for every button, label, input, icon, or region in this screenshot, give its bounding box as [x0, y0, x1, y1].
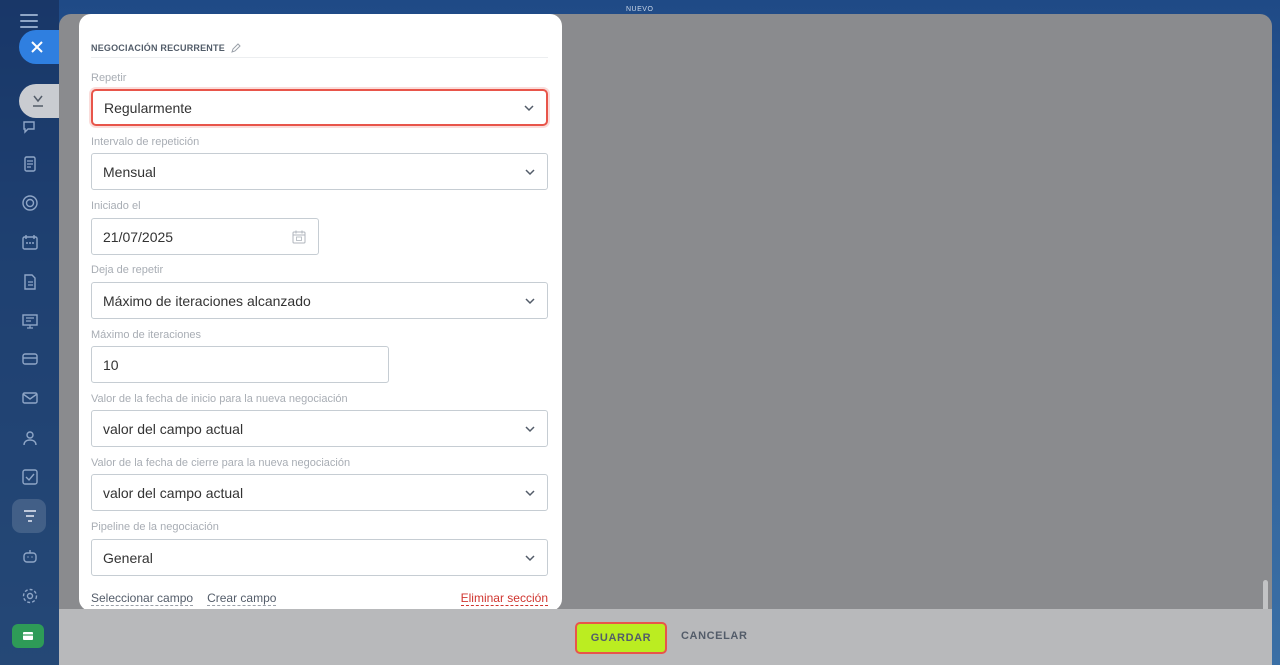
checkbox-icon[interactable] [19, 466, 41, 488]
settings-icon[interactable] [19, 585, 41, 607]
recurring-deal-panel: NEGOCIACIÓN RECURRENTE Repetir Regularme… [79, 14, 562, 611]
pipeline-select[interactable]: General [91, 539, 548, 576]
cancel-button[interactable]: CANCELAR [681, 630, 748, 642]
start-date-select[interactable]: valor del campo actual [91, 410, 548, 447]
max-iter-value: 10 [103, 356, 119, 373]
interval-select[interactable]: Mensual [91, 153, 548, 190]
stop-label: Deja de repetir [91, 264, 164, 276]
started-value: 21/07/2025 [103, 228, 174, 245]
top-label: NUEVO [626, 6, 654, 13]
store-icon[interactable] [12, 624, 44, 648]
started-date-input[interactable]: 21/07/2025 [91, 218, 319, 255]
delete-section-link[interactable]: Eliminar sección [460, 591, 548, 606]
repeat-select[interactable]: Regularmente [91, 89, 548, 126]
chevron-down-icon [524, 104, 534, 111]
max-iter-label: Máximo de iteraciones [91, 329, 202, 341]
started-label: Iniciado el [91, 200, 141, 212]
repeat-value: Regularmente [104, 99, 192, 116]
interval-value: Mensual [103, 163, 156, 180]
max-iterations-input[interactable]: 10 [91, 346, 389, 383]
tasks-icon[interactable] [19, 153, 41, 175]
calendar-icon[interactable] [19, 231, 41, 253]
card-icon[interactable] [19, 348, 41, 370]
contacts-icon[interactable] [19, 427, 41, 449]
start-date-value: valor del campo actual [103, 420, 244, 437]
chevron-down-icon [525, 297, 535, 304]
left-sidebar [0, 0, 59, 665]
collapse-slider-button[interactable] [19, 84, 59, 118]
board-icon[interactable] [19, 310, 41, 332]
chevron-down-icon [525, 425, 535, 432]
panel-title-wrap: NEGOCIACIÓN RECURRENTE [91, 43, 241, 53]
collapse-icon [33, 95, 43, 107]
close-date-select[interactable]: valor del campo actual [91, 474, 548, 511]
close-icon [31, 41, 43, 53]
chat-icon[interactable] [19, 116, 41, 138]
create-field-link[interactable]: Crear campo [207, 591, 277, 606]
interval-label: Intervalo de repetición [91, 136, 200, 148]
menu-icon[interactable] [20, 14, 38, 28]
close-date-label: Valor de la fecha de cierre para la nuev… [91, 457, 351, 469]
target-icon[interactable] [19, 192, 41, 214]
document-icon[interactable] [19, 271, 41, 293]
section-links: Seleccionar campo Crear campo Eliminar s… [91, 591, 548, 606]
panel-title: NEGOCIACIÓN RECURRENTE [91, 43, 225, 53]
pencil-icon[interactable] [231, 43, 241, 53]
calendar-icon[interactable] [291, 229, 307, 245]
panel-header: NEGOCIACIÓN RECURRENTE [91, 38, 548, 58]
chevron-down-icon [525, 168, 535, 175]
stop-select[interactable]: Máximo de iteraciones alcanzado [91, 282, 548, 319]
pipeline-label: Pipeline de la negociación [91, 521, 219, 533]
robot-icon[interactable] [19, 545, 41, 567]
repeat-label: Repetir [91, 72, 127, 84]
select-field-link[interactable]: Seleccionar campo [91, 591, 194, 606]
filter-icon[interactable] [19, 505, 41, 527]
save-button[interactable]: GUARDAR [575, 622, 667, 654]
close-date-value: valor del campo actual [103, 484, 244, 501]
close-slider-button[interactable] [19, 30, 59, 64]
pipeline-value: General [103, 549, 153, 566]
chevron-down-icon [525, 489, 535, 496]
start-date-label: Valor de la fecha de inicio para la nuev… [91, 393, 348, 405]
stop-value: Máximo de iteraciones alcanzado [103, 292, 311, 309]
chevron-down-icon [525, 554, 535, 561]
mail-icon[interactable] [19, 387, 41, 409]
